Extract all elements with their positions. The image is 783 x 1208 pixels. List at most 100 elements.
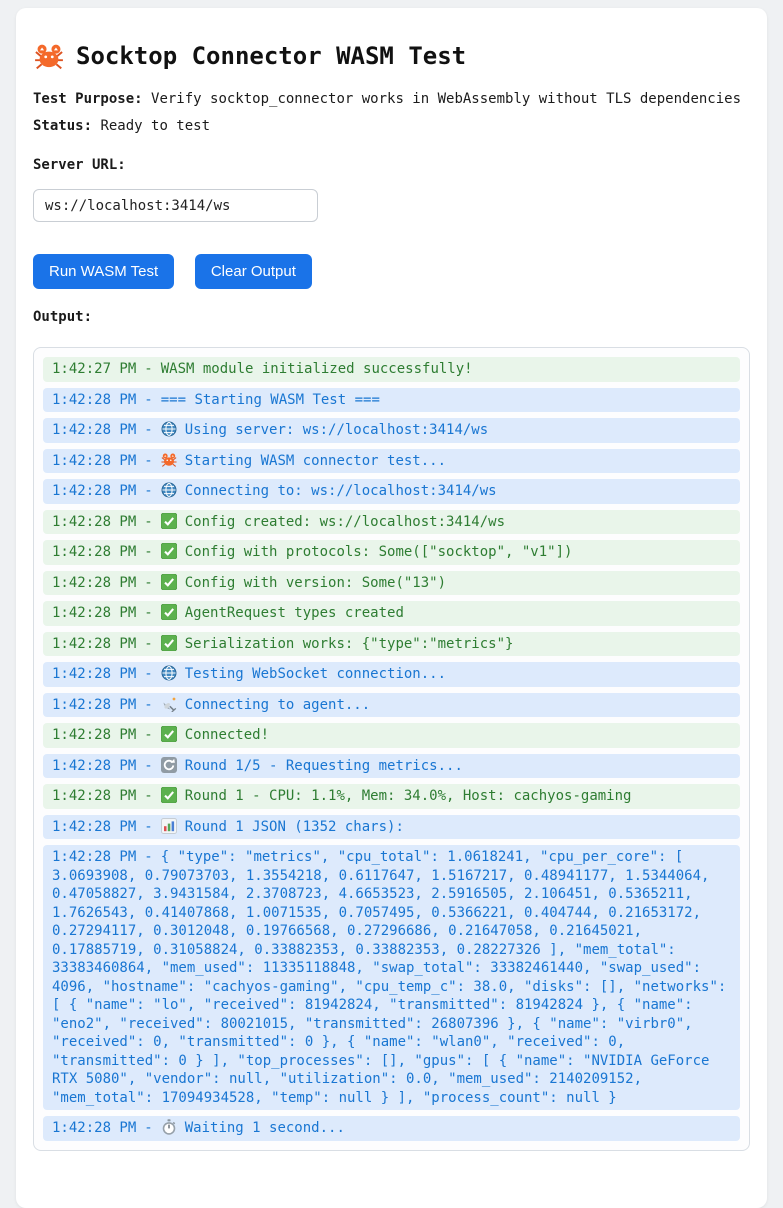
status-text: Ready to test: [100, 118, 210, 134]
check-icon: [161, 543, 177, 559]
log-separator: -: [144, 788, 152, 804]
refresh-icon: [161, 757, 177, 773]
log-row: 1:42:28 PM- Serialization works: {"type":…: [43, 632, 740, 657]
log-message: Testing WebSocket connection...: [185, 666, 446, 682]
check-icon: [161, 513, 177, 529]
log-message: Connecting to: ws://localhost:3414/ws: [185, 483, 497, 499]
log-time: 1:42:28 PM: [52, 666, 136, 682]
log-message: Waiting 1 second...: [185, 1120, 345, 1136]
purpose-line: Test Purpose: Verify socktop_connector w…: [33, 91, 750, 108]
log-separator: -: [144, 819, 152, 835]
log-message: Starting WASM connector test...: [185, 453, 446, 469]
run-wasm-test-button[interactable]: Run WASM Test: [33, 254, 174, 289]
log-message: Config with protocols: Some(["socktop", …: [185, 544, 573, 560]
log-message: Round 1/5 - Requesting metrics...: [185, 758, 463, 774]
log-time: 1:42:28 PM: [52, 422, 136, 438]
log-message: Config with version: Some("13"): [185, 575, 446, 591]
log-separator: -: [144, 483, 152, 499]
log-row: 1:42:28 PM- Connecting to: ws://localhost…: [43, 479, 740, 504]
check-icon: [161, 604, 177, 620]
log-output[interactable]: 1:42:27 PM-WASM module initialized succe…: [33, 347, 750, 1151]
log-row: 1:42:28 PM-Config created: ws://localhos…: [43, 510, 740, 535]
output-label: Output:: [33, 309, 750, 325]
log-time: 1:42:28 PM: [52, 819, 136, 835]
log-time: 1:42:28 PM: [52, 453, 136, 469]
log-time: 1:42:28 PM: [52, 544, 136, 560]
log-time: 1:42:28 PM: [52, 514, 136, 530]
clear-output-button[interactable]: Clear Output: [195, 254, 312, 289]
status-label: Status:: [33, 118, 92, 134]
log-separator: -: [144, 697, 152, 713]
log-row: 1:42:28 PM- Config with version: Some("13…: [43, 571, 740, 596]
log-time: 1:42:28 PM: [52, 849, 136, 865]
log-time: 1:42:28 PM: [52, 1120, 136, 1136]
log-message: { "type": "metrics", "cpu_total": 1.0618…: [52, 849, 726, 1106]
log-time: 1:42:28 PM: [52, 392, 136, 408]
log-separator: -: [144, 605, 152, 621]
log-time: 1:42:28 PM: [52, 575, 136, 591]
log-separator: -: [144, 575, 152, 591]
log-time: 1:42:28 PM: [52, 636, 136, 652]
log-row: 1:42:28 PM- Waiting 1 second...: [43, 1116, 740, 1141]
log-row: 1:42:28 PM- Starting WASM connector test.…: [43, 449, 740, 474]
purpose-label: Test Purpose:: [33, 91, 143, 107]
page-title: Socktop Connector WASM Test: [33, 40, 750, 72]
check-icon: [161, 635, 177, 651]
log-message: Round 1 - CPU: 1.1%, Mem: 34.0%, Host: c…: [185, 788, 632, 804]
log-separator: -: [144, 758, 152, 774]
status-line: Status: Ready to test: [33, 118, 750, 135]
log-separator: -: [144, 849, 152, 865]
log-message: WASM module initialized successfully!: [161, 361, 473, 377]
log-separator: -: [144, 361, 152, 377]
log-row: 1:42:28 PM- Connecting to agent...: [43, 693, 740, 718]
log-separator: -: [144, 666, 152, 682]
log-row: 1:42:28 PM- AgentRequest types created: [43, 601, 740, 626]
server-url-label: Server URL:: [33, 157, 750, 173]
globe-icon: [161, 482, 177, 498]
log-time: 1:42:28 PM: [52, 605, 136, 621]
log-separator: -: [144, 422, 152, 438]
log-time: 1:42:28 PM: [52, 788, 136, 804]
crab-icon: [161, 452, 177, 468]
log-separator: -: [144, 636, 152, 652]
log-time: 1:42:28 PM: [52, 727, 136, 743]
log-message: Using server: ws://localhost:3414/ws: [185, 422, 488, 438]
page-title-text: Socktop Connector WASM Test: [76, 40, 466, 72]
check-icon: [161, 787, 177, 803]
log-row: 1:42:28 PM- Testing WebSocket connection.…: [43, 662, 740, 687]
purpose-text: Verify socktop_connector works in WebAss…: [151, 91, 741, 107]
log-row: 1:42:28 PM- Round 1 - CPU: 1.1%, Mem: 34.…: [43, 784, 740, 809]
log-row: 1:42:28 PM-=== Starting WASM Test ===: [43, 388, 740, 413]
log-row: 1:42:28 PM- Connected!: [43, 723, 740, 748]
log-row: 1:42:27 PM-WASM module initialized succe…: [43, 357, 740, 382]
log-message: Config created: ws://localhost:3414/ws: [185, 514, 505, 530]
log-message: Serialization works: {"type":"metrics"}: [185, 636, 514, 652]
log-time: 1:42:28 PM: [52, 697, 136, 713]
log-message: AgentRequest types created: [185, 605, 404, 621]
main-card: Socktop Connector WASM Test Test Purpose…: [16, 8, 767, 1208]
log-separator: -: [144, 392, 152, 408]
log-separator: -: [144, 1120, 152, 1136]
crab-icon: [33, 43, 65, 70]
log-row: 1:42:28 PM- Using server: ws://localhost:…: [43, 418, 740, 443]
log-message: Connecting to agent...: [185, 697, 370, 713]
chart-icon: [161, 818, 177, 834]
log-time: 1:42:28 PM: [52, 758, 136, 774]
log-time: 1:42:27 PM: [52, 361, 136, 377]
log-message: === Starting WASM Test ===: [161, 392, 380, 408]
log-separator: -: [144, 727, 152, 743]
button-row: Run WASM Test Clear Output: [33, 254, 750, 289]
log-separator: -: [144, 453, 152, 469]
log-message: Round 1 JSON (1352 chars):: [185, 819, 404, 835]
server-url-input[interactable]: [33, 189, 318, 222]
log-message: Connected!: [185, 727, 269, 743]
check-icon: [161, 574, 177, 590]
log-separator: -: [144, 544, 152, 560]
log-time: 1:42:28 PM: [52, 483, 136, 499]
satellite-icon: [161, 696, 177, 712]
stopwatch-icon: [161, 1119, 177, 1135]
log-row: 1:42:28 PM- Config with protocols: Some([…: [43, 540, 740, 565]
log-row-json: 1:42:28 PM-{ "type": "metrics", "cpu_tot…: [43, 845, 740, 1110]
check-icon: [161, 726, 177, 742]
log-row: 1:42:28 PM- Round 1/5 - Requesting metric…: [43, 754, 740, 779]
